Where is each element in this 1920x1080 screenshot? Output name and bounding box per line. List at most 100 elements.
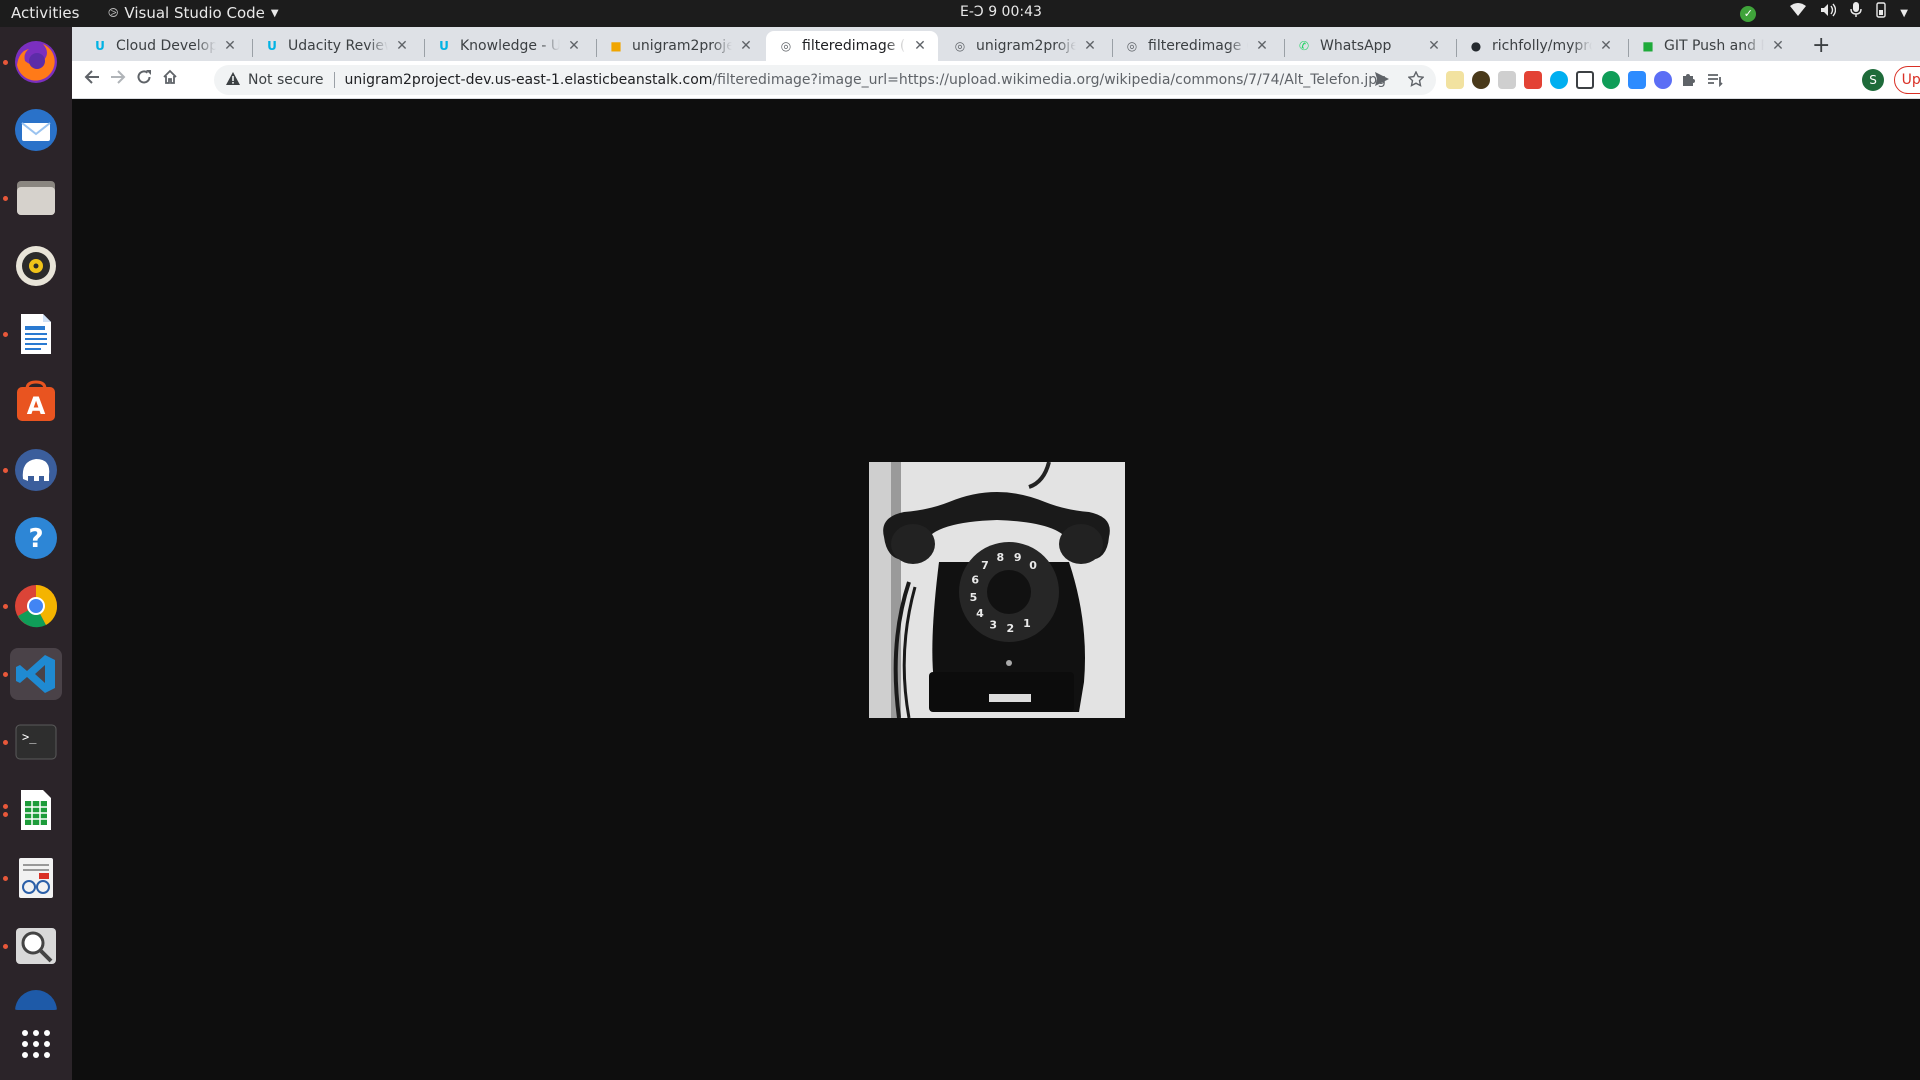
extension-shield-icon[interactable] [1498, 71, 1516, 89]
svg-text:?: ? [28, 524, 43, 554]
omnibox-divider [333, 72, 335, 88]
dock-firefox[interactable] [3, 36, 62, 88]
writer-icon [21, 314, 51, 354]
extension-cube-icon[interactable] [1576, 71, 1594, 89]
forward-button[interactable] [106, 68, 130, 92]
skype-icon[interactable] [1550, 71, 1568, 89]
chrome-icon [15, 585, 58, 628]
dock-partial-app[interactable] [10, 988, 62, 1010]
dock-thunderbird[interactable] [10, 104, 62, 156]
tab-knowledge-udacity[interactable]: U Knowledge - Udacity ✕ [424, 31, 592, 61]
vscode-icon [16, 655, 55, 693]
close-icon[interactable]: ✕ [1082, 38, 1098, 54]
new-tab-button[interactable]: + [1812, 35, 1830, 57]
filtered-image[interactable]: 1234 5 67890 [869, 462, 1125, 718]
running-indicator [3, 60, 8, 65]
close-icon[interactable]: ✕ [222, 38, 238, 54]
dock-help[interactable]: ? [10, 512, 62, 564]
running-indicator [3, 944, 8, 949]
arrow-right-icon [111, 70, 126, 84]
close-icon[interactable]: ✕ [394, 38, 410, 54]
tab-whatsapp[interactable]: ✆ WhatsApp ✕ [1284, 31, 1452, 61]
app-icon [15, 990, 57, 1010]
dock-chrome[interactable] [3, 580, 62, 632]
extension-metamask-icon[interactable] [1472, 71, 1490, 89]
dock-vscode[interactable] [3, 648, 62, 700]
zoom-icon[interactable] [1628, 71, 1646, 89]
close-icon[interactable]: ✕ [738, 38, 754, 54]
magnifier-icon [16, 928, 56, 964]
globe-icon: ◎ [954, 39, 966, 53]
dial-digit: 1 [1023, 617, 1031, 630]
running-indicator [3, 332, 8, 337]
not-secure-label[interactable]: Not secure [248, 72, 324, 88]
dock-libreoffice-calc[interactable] [3, 784, 62, 836]
warning-icon[interactable] [226, 71, 240, 89]
volume-icon [1820, 3, 1837, 24]
tab-unigram2project-1[interactable]: ■ unigram2project ✕ [596, 31, 764, 61]
running-indicator [3, 812, 8, 817]
omnibox-actions [1374, 70, 1425, 91]
extension-snowflake-icon[interactable] [1654, 71, 1672, 89]
tab-github-richfolly[interactable]: ● richfolly/myproject ✕ [1456, 31, 1624, 61]
udacity-icon: U [267, 39, 277, 53]
dock-image-viewer[interactable] [3, 920, 62, 972]
activities-button[interactable]: Activities [11, 4, 79, 22]
tab-unigram2project-2[interactable]: ◎ unigram2project ✕ [940, 31, 1108, 61]
dock-ubuntu-software[interactable]: A [10, 376, 62, 428]
address-bar[interactable]: Not secure unigram2project-dev.us-east-1… [214, 65, 1436, 95]
back-button[interactable] [80, 68, 104, 92]
whatsapp-icon: ✆ [1298, 39, 1310, 53]
tab-filteredimage-active[interactable]: ◎ filteredimage (256×256) ✕ [766, 31, 938, 61]
tab-filteredimage-2[interactable]: ◎ filteredimage (256×256) ✕ [1112, 31, 1280, 61]
browser-tab-strip: U Cloud Developer ✕ U Udacity Reviews ✕ … [72, 27, 1920, 61]
dock-document-viewer[interactable] [3, 852, 62, 904]
tab-title: filteredimage (256×256) [1148, 38, 1248, 54]
close-icon[interactable]: ✕ [566, 38, 582, 54]
update-button[interactable]: Update ⋮ [1894, 66, 1920, 94]
close-icon[interactable]: ✕ [1254, 38, 1270, 54]
globe-icon: ◎ [1126, 39, 1138, 53]
home-button[interactable] [158, 68, 182, 92]
extension-chat-icon[interactable] [1602, 71, 1620, 89]
tab-cloud-developer[interactable]: U Cloud Developer ✕ [80, 31, 248, 61]
arrow-left-icon [84, 70, 99, 84]
tab-git-push-pull[interactable]: ■ GIT Push and Pull ✕ [1628, 31, 1796, 61]
system-tray[interactable]: ✓ ▼ [1740, 2, 1908, 24]
close-icon[interactable]: ✕ [1426, 38, 1442, 54]
dock-libreoffice-writer[interactable] [3, 308, 62, 360]
reading-list-icon[interactable] [1706, 71, 1724, 89]
app-grid-icon [22, 1030, 50, 1058]
tab-title: Knowledge - Udacity [460, 38, 560, 54]
extensions-puzzle-icon[interactable] [1680, 71, 1698, 89]
running-indicator [3, 468, 8, 473]
dock-terminal[interactable]: >_ [3, 716, 62, 768]
status-check-icon[interactable]: ✓ [1740, 5, 1757, 22]
close-icon[interactable]: ✕ [1598, 38, 1614, 54]
dock-postgres[interactable] [3, 444, 62, 496]
send-icon[interactable] [1374, 71, 1390, 91]
tab-title: Cloud Developer [116, 38, 216, 54]
show-applications-button[interactable] [10, 1018, 62, 1070]
app-menu[interactable]: ⧁ Visual Studio Code ▼ [108, 4, 279, 22]
system-top-bar: Activities ⧁ Visual Studio Code ▼ Ε-Ͻ 9 … [0, 0, 1920, 27]
reload-button[interactable] [132, 68, 156, 92]
tab-udacity-reviews[interactable]: U Udacity Reviews ✕ [252, 31, 420, 61]
dock-rhythmbox[interactable] [10, 240, 62, 292]
profile-avatar[interactable]: S [1862, 69, 1884, 91]
clock[interactable]: Ε-Ͻ 9 00:43 [960, 4, 1042, 20]
close-icon[interactable]: ✕ [1770, 38, 1786, 54]
aws-box-icon: ■ [610, 39, 622, 53]
ubuntu-software-icon: A [17, 380, 55, 421]
dock-files[interactable] [3, 172, 62, 224]
close-icon[interactable]: ✕ [912, 38, 928, 54]
dial-digit: 3 [989, 618, 997, 631]
running-indicator [3, 804, 8, 809]
running-indicator [3, 604, 8, 609]
caret-down-icon: ▼ [270, 7, 279, 19]
bookmark-star-icon[interactable] [1407, 70, 1425, 91]
extension-notes-icon[interactable] [1446, 71, 1464, 89]
system-menu-caret-icon: ▼ [1900, 8, 1908, 19]
extension-office-icon[interactable] [1524, 71, 1542, 89]
ubuntu-dock: A ? >_ [0, 27, 72, 1080]
